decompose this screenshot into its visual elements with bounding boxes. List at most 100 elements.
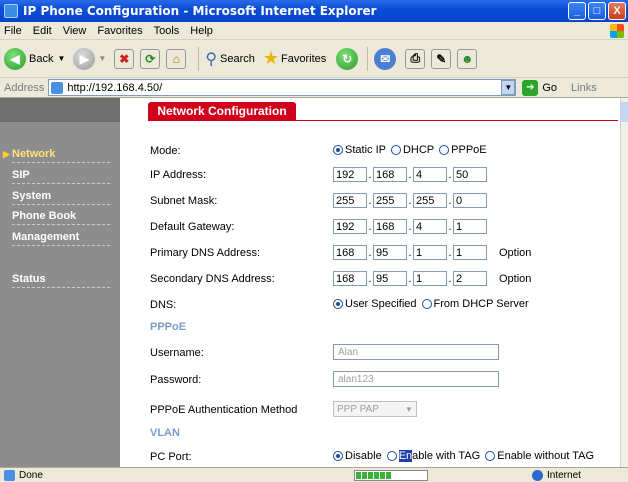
dns-from-dhcp-option[interactable]: From DHCP Server (421, 298, 529, 310)
forward-arrow-icon: ▶ (73, 47, 96, 70)
dot-separator: . (448, 246, 452, 259)
subnet-octet-3[interactable]: 255 (413, 193, 447, 208)
pc-port-enable-tag-option[interactable]: En able with TAG (386, 450, 480, 462)
radio-icon[interactable] (439, 145, 450, 155)
history-icon[interactable]: ↻ (336, 47, 359, 70)
gateway-octet-4[interactable]: 1 (453, 219, 487, 234)
close-button[interactable]: X (608, 2, 626, 20)
secondary-dns-octet-3[interactable]: 1 (413, 271, 447, 286)
menu-help[interactable]: Help (190, 25, 213, 37)
page-content: ▶ Network SIP System Phone Book Manageme… (0, 98, 620, 467)
option-label: DHCP (402, 144, 435, 156)
scrollbar-thumb[interactable] (621, 102, 628, 122)
pc-port-enable-no-tag-option[interactable]: Enable without TAG (485, 450, 594, 462)
go-button[interactable]: ➔ Go (522, 79, 557, 96)
radio-checked-icon[interactable] (333, 451, 343, 461)
address-dropdown-icon[interactable]: ▼ (501, 80, 516, 95)
window-title: IP Phone Configuration - Microsoft Inter… (23, 4, 377, 18)
maximize-button[interactable]: □ (588, 2, 606, 20)
pppoe-auth-select[interactable]: PPP PAP ▼ (333, 401, 417, 417)
ip-octet-3[interactable]: 4 (413, 167, 447, 182)
subnet-octet-1[interactable]: 255 (333, 193, 367, 208)
sidebar-item-status[interactable]: Status (12, 273, 110, 288)
secondary-dns-octet-1[interactable]: 168 (333, 271, 367, 286)
pc-port-disable-option[interactable]: Disable (333, 450, 382, 462)
ip-address-label: IP Address: (150, 169, 207, 181)
links-button[interactable]: Links (571, 82, 597, 94)
sidebar-header-strip (0, 98, 120, 122)
secondary-dns-octet-4[interactable]: 2 (453, 271, 487, 286)
home-icon[interactable]: ⌂ (166, 48, 187, 69)
sidebar-item-label: Network (12, 148, 56, 160)
mode-pppoe-option[interactable]: PPPoE (439, 144, 487, 156)
sidebar-item-label: Phone Book (12, 210, 77, 222)
window-controls: _ □ X (568, 2, 626, 20)
password-input[interactable]: alan123 (333, 371, 499, 387)
messenger-icon[interactable]: ☻ (457, 48, 478, 69)
back-button[interactable]: ◀ Back ▼ (4, 47, 65, 70)
favorites-button[interactable]: ★ Favorites (263, 48, 326, 69)
forward-button[interactable]: ▶ ▼ (73, 47, 106, 70)
address-input[interactable]: http://192.168.4.50/ ▼ (48, 79, 517, 96)
gateway-octet-1[interactable]: 192 (333, 219, 367, 234)
address-bar: Address http://192.168.4.50/ ▼ ➔ Go Link… (0, 78, 628, 98)
dns-radio-group: User Specified From DHCP Server (333, 298, 534, 310)
select-value: PPP PAP (337, 403, 379, 415)
stop-icon[interactable]: ✖ (114, 48, 135, 69)
ip-octet-2[interactable]: 168 (373, 167, 407, 182)
dot-separator: . (368, 272, 372, 285)
edit-icon[interactable]: ✎ (431, 48, 452, 69)
sidebar-item-sip[interactable]: SIP (12, 169, 110, 184)
sidebar-item-network[interactable]: ▶ Network (3, 148, 110, 163)
gateway-octet-2[interactable]: 168 (373, 219, 407, 234)
vertical-scrollbar[interactable] (620, 98, 628, 467)
radio-icon[interactable] (390, 145, 401, 155)
page-icon (4, 469, 15, 481)
mode-dhcp-option[interactable]: DHCP (390, 144, 435, 156)
status-text-area: Done (0, 469, 350, 481)
search-icon: ⚲ (205, 50, 218, 68)
subnet-octet-4[interactable]: 0 (453, 193, 487, 208)
sidebar-item-management[interactable]: Management (12, 231, 110, 246)
pppoe-section-heading: PPPoE (150, 321, 187, 333)
radio-icon[interactable] (485, 451, 496, 461)
primary-dns-octet-1[interactable]: 168 (333, 245, 367, 260)
menu-favorites[interactable]: Favorites (97, 25, 142, 37)
primary-dns-octet-3[interactable]: 1 (413, 245, 447, 260)
dns-user-specified-option[interactable]: User Specified (333, 298, 417, 310)
primary-dns-octet-2[interactable]: 95 (373, 245, 407, 260)
star-icon: ★ (262, 48, 280, 68)
sidebar-item-phonebook[interactable]: Phone Book (12, 210, 110, 225)
dropdown-arrow-icon[interactable]: ▼ (57, 54, 65, 63)
option-label: User Specified (345, 298, 417, 310)
ip-octet-1[interactable]: 192 (333, 167, 367, 182)
globe-icon (532, 469, 543, 481)
radio-icon[interactable] (421, 299, 432, 309)
search-button[interactable]: ⚲ Search (205, 49, 255, 69)
ie-icon (4, 4, 18, 18)
username-input[interactable]: Alan (333, 344, 499, 360)
refresh-icon[interactable]: ⟳ (140, 48, 161, 69)
menu-tools[interactable]: Tools (154, 25, 180, 37)
mode-static-ip-option[interactable]: Static IP (333, 144, 386, 156)
menu-view[interactable]: View (63, 25, 87, 37)
subnet-octet-2[interactable]: 255 (373, 193, 407, 208)
tab-network-configuration[interactable]: Network Configuration (148, 102, 296, 120)
minimize-button[interactable]: _ (568, 2, 586, 20)
chevron-down-icon: ▼ (405, 404, 413, 414)
address-label: Address (4, 81, 45, 94)
menu-edit[interactable]: Edit (33, 25, 52, 37)
gateway-octet-3[interactable]: 4 (413, 219, 447, 234)
primary-dns-octet-4[interactable]: 1 (453, 245, 487, 260)
radio-checked-icon[interactable] (333, 145, 343, 155)
secondary-dns-octet-2[interactable]: 95 (373, 271, 407, 286)
sidebar-item-system[interactable]: System (12, 190, 110, 205)
ip-octet-4[interactable]: 50 (453, 167, 487, 182)
radio-icon[interactable] (386, 451, 397, 461)
mail-icon[interactable]: ✉ (374, 47, 397, 70)
print-icon[interactable]: ⎙ (405, 48, 426, 69)
dropdown-arrow-icon[interactable]: ▼ (98, 54, 106, 63)
menu-file[interactable]: File (4, 25, 22, 37)
zone-label: Internet (547, 469, 581, 481)
radio-checked-icon[interactable] (333, 299, 343, 309)
